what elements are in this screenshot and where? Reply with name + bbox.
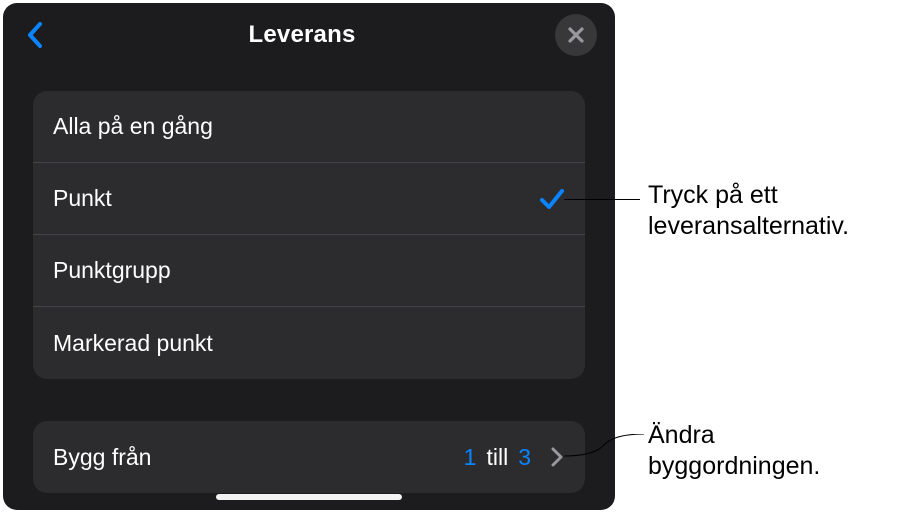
option-label: Alla på en gång	[53, 113, 213, 140]
callout-line: Tryck på ett	[648, 180, 849, 211]
callout-change-build-order: Ändra byggordningen.	[648, 420, 820, 483]
panel-header: Leverans	[3, 3, 615, 67]
option-all-at-once[interactable]: Alla på en gång	[33, 91, 585, 163]
option-label: Punkt	[53, 185, 112, 212]
callout-line: leveransalternativ.	[648, 211, 849, 242]
chevron-left-icon	[26, 21, 44, 49]
build-from-row[interactable]: Bygg från 1 till 3	[33, 421, 585, 493]
close-icon	[567, 26, 585, 44]
build-conjunction: till	[486, 444, 508, 471]
panel-title: Leverans	[249, 21, 356, 49]
chevron-right-icon	[551, 446, 565, 468]
option-by-bullet[interactable]: Punkt	[33, 163, 585, 235]
build-from-value: 1	[464, 444, 477, 471]
option-label: Punktgrupp	[53, 257, 171, 284]
build-from-values: 1 till 3	[464, 444, 565, 471]
callout-leader	[564, 199, 640, 200]
home-indicator[interactable]	[216, 494, 402, 500]
delivery-panel: Leverans Alla på en gång Punkt Punktgrup…	[3, 3, 615, 510]
checkmark-icon	[539, 186, 565, 212]
callout-line: Ändra	[648, 420, 820, 451]
panel-content: Alla på en gång Punkt Punktgrupp Markera…	[3, 67, 615, 510]
callout-tap-option: Tryck på ett leveransalternativ.	[648, 180, 849, 243]
build-from-label: Bygg från	[53, 444, 464, 471]
back-button[interactable]	[21, 21, 49, 49]
option-label: Markerad punkt	[53, 330, 213, 357]
close-button[interactable]	[555, 14, 597, 56]
build-to-value: 3	[518, 444, 531, 471]
option-by-bullet-group[interactable]: Punktgrupp	[33, 235, 585, 307]
option-by-highlighted-bullet[interactable]: Markerad punkt	[33, 307, 585, 379]
callout-line: byggordningen.	[648, 451, 820, 482]
delivery-options-list: Alla på en gång Punkt Punktgrupp Markera…	[33, 91, 585, 379]
